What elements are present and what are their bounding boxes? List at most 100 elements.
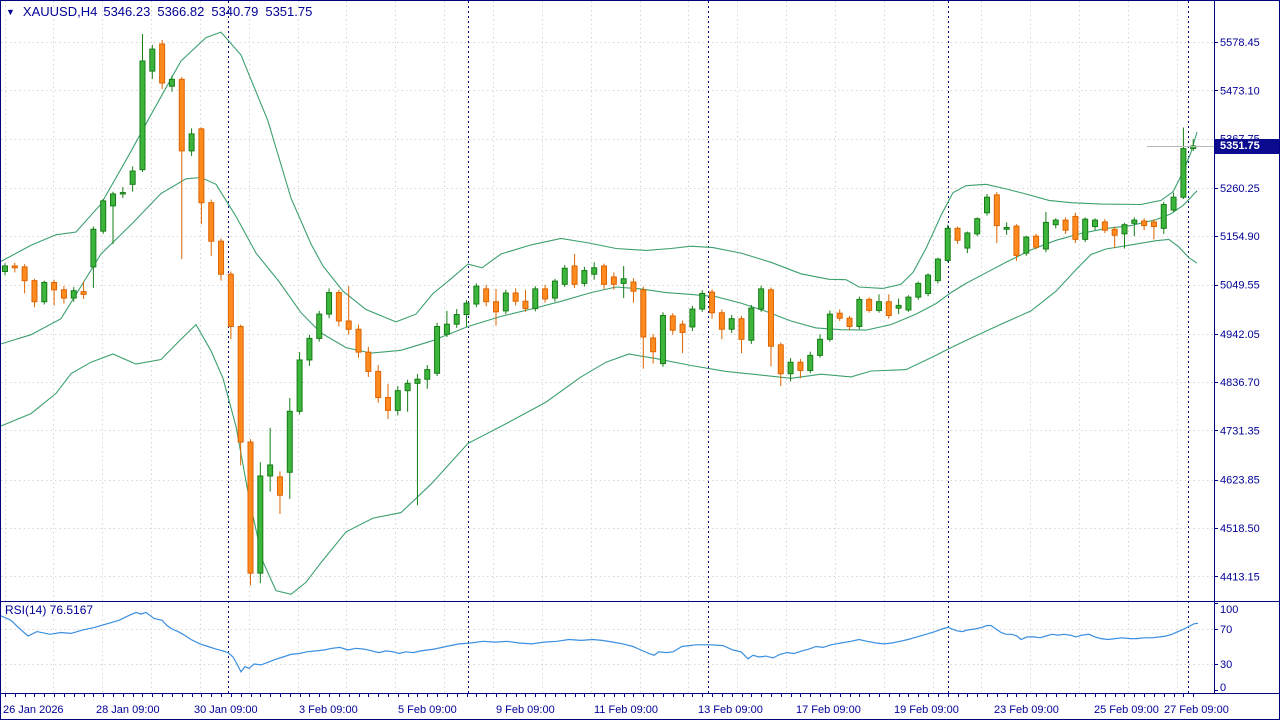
- candle-body: [248, 442, 253, 573]
- candle-body: [179, 79, 184, 151]
- price-tick-label: 5473.10: [1220, 85, 1260, 97]
- candle-body: [395, 391, 400, 411]
- rsi-panel: 10070300: [1, 604, 1238, 695]
- candle-body: [1053, 220, 1058, 225]
- candle-body: [798, 362, 803, 370]
- symbol-timeframe-label: XAUUSD,H4: [23, 4, 97, 19]
- candle-body: [857, 299, 862, 326]
- candle-body: [965, 233, 970, 248]
- candle-body: [1014, 226, 1019, 255]
- candle-body: [258, 476, 263, 573]
- candle-body: [1004, 227, 1009, 229]
- candle-body: [287, 411, 292, 472]
- candle-body: [474, 286, 479, 304]
- candle-body: [61, 290, 66, 298]
- candle-body: [435, 326, 440, 373]
- candle-body: [464, 303, 469, 314]
- chart-title: ▼ XAUUSD,H4 5346.235366.825340.795351.75: [6, 4, 319, 19]
- candle-body: [494, 302, 499, 312]
- price-tick-label: 5578.45: [1220, 37, 1260, 49]
- chevron-down-icon: ▼: [6, 7, 15, 17]
- candle-body: [32, 281, 37, 302]
- candle-body: [690, 309, 695, 327]
- candle-body: [935, 259, 940, 281]
- candle-body: [297, 360, 302, 411]
- candle-body: [366, 352, 371, 371]
- chart-canvas[interactable]: 100703005578.455473.105367.755260.255154…: [1, 1, 1280, 720]
- candle-body: [739, 319, 744, 340]
- candle-body: [228, 274, 233, 326]
- candle-body: [710, 292, 715, 313]
- candle-body: [1024, 237, 1029, 253]
- candle-body: [975, 219, 980, 234]
- candle-body: [219, 241, 224, 274]
- candle-body: [876, 302, 881, 311]
- time-tick-label: 23 Feb 09:00: [994, 704, 1059, 716]
- candle-body: [729, 319, 734, 330]
- price-tick-label: 4518.50: [1220, 523, 1260, 535]
- candle-body: [42, 282, 47, 301]
- bollinger-middle-line: [1, 178, 1197, 354]
- rsi-level-label: 70: [1220, 624, 1232, 636]
- time-tick-label: 11 Feb 09:00: [594, 704, 658, 716]
- current-price-badge: 5351.75: [1215, 139, 1279, 154]
- time-tick-label: 30 Jan 09:00: [194, 704, 258, 716]
- candle-body: [238, 326, 243, 442]
- candle-body: [12, 266, 17, 268]
- candle-body: [277, 477, 282, 495]
- candle-body: [808, 355, 813, 370]
- time-tick-label: 9 Feb 09:00: [496, 704, 555, 716]
- bollinger-upper-line: [1, 32, 1197, 322]
- open-value: 5346.23: [103, 4, 150, 19]
- candle-body: [1181, 149, 1186, 198]
- candle-body: [444, 324, 449, 334]
- candle-body: [818, 339, 823, 355]
- candle-body: [307, 338, 312, 360]
- time-tick-label: 28 Jan 09:00: [96, 704, 160, 716]
- candle-body: [1132, 220, 1137, 223]
- time-tick-label: 25 Feb 09:00: [1094, 704, 1159, 716]
- candle-body: [356, 329, 361, 352]
- candle-body: [140, 61, 145, 170]
- candle-body: [759, 289, 764, 309]
- candle-body: [621, 279, 626, 284]
- candle-body: [209, 203, 214, 242]
- candle-body: [719, 313, 724, 330]
- candle-body: [847, 318, 852, 326]
- candle-body: [533, 289, 538, 309]
- candle-body: [1093, 220, 1098, 226]
- candle-body: [3, 266, 8, 272]
- candle-body: [111, 194, 116, 206]
- candle-body: [346, 321, 351, 329]
- candle-body: [101, 201, 106, 231]
- candle-body: [916, 283, 921, 297]
- low-value: 5340.79: [211, 4, 258, 19]
- candles: [3, 34, 1196, 586]
- candle-body: [1161, 205, 1166, 229]
- candle-body: [1063, 220, 1068, 230]
- candle-body: [454, 315, 459, 325]
- candle-body: [336, 293, 341, 321]
- candle-body: [1122, 225, 1127, 234]
- candle-body: [660, 315, 665, 363]
- candle-body: [611, 277, 616, 284]
- price-tick-label: 5049.55: [1220, 280, 1260, 292]
- price-tick-label: 4623.85: [1220, 475, 1260, 487]
- candle-body: [1073, 216, 1078, 239]
- price-tick-label: 5154.90: [1220, 231, 1260, 243]
- rsi-level-label: 100: [1220, 604, 1238, 616]
- candle-body: [552, 281, 557, 298]
- candle-body: [994, 195, 999, 226]
- candle-body: [926, 275, 931, 293]
- time-tick-label: 13 Feb 09:00: [698, 704, 763, 716]
- time-tick-label: 19 Feb 09:00: [894, 704, 959, 716]
- candle-body: [837, 313, 842, 318]
- candle-body: [827, 314, 832, 339]
- candle-body: [985, 197, 990, 213]
- candle-body: [955, 228, 960, 240]
- rsi-line: [1, 612, 1198, 672]
- candle-body: [906, 297, 911, 310]
- period-separators: [229, 1, 1189, 693]
- candle-body: [169, 79, 174, 86]
- candle-body: [199, 129, 204, 203]
